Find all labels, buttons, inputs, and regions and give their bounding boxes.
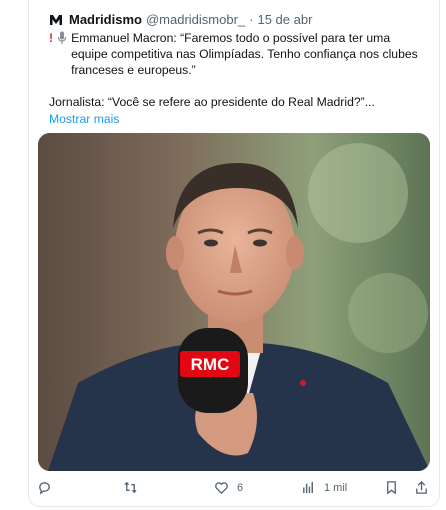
author-name[interactable]: Madridismo	[69, 12, 142, 27]
show-more-link[interactable]: Mostrar mais	[49, 111, 419, 127]
tweet-date[interactable]: 15 de abr	[257, 12, 312, 27]
views-chart-icon	[303, 481, 313, 494]
reply-icon	[39, 482, 50, 495]
microphone-icon	[57, 31, 67, 49]
author-handle[interactable]: @madridismobr_	[146, 12, 245, 27]
macron-photo-illustration: RMC	[38, 133, 430, 471]
rmc-label: RMC	[191, 355, 230, 374]
tweet-actions: 6 1 mil	[29, 478, 439, 500]
tweet-media-image[interactable]: RMC	[38, 133, 430, 471]
header-separator: ·	[249, 12, 254, 27]
like-count: 6	[237, 481, 244, 494]
share-icon	[416, 480, 427, 494]
bookmark-button[interactable]	[384, 480, 399, 495]
tweet-paragraph-2: Jornalista: “Você se refere ao president…	[49, 95, 375, 109]
views-count: 1 mil	[324, 481, 348, 494]
madridismo-logo-icon[interactable]	[49, 13, 63, 27]
views-button[interactable]: 1 mil	[301, 480, 347, 495]
like-button[interactable]: 6	[214, 480, 243, 495]
tweet-text: ! Emmanuel Macron: “Faremos todo o possí…	[49, 30, 419, 127]
tweet-paragraph-1: Emmanuel Macron: “Faremos todo o possíve…	[71, 31, 418, 77]
reply-button[interactable]	[37, 480, 60, 495]
bookmark-icon	[387, 481, 396, 495]
retweet-button[interactable]	[123, 480, 146, 495]
share-button[interactable]	[414, 480, 429, 495]
exclamation-mark: !	[49, 31, 54, 45]
tweet-header: Madridismo @madridismobr_ · 15 de abr	[49, 12, 312, 27]
tweet-card[interactable]: Madridismo @madridismobr_ · 15 de abr ! …	[28, 0, 440, 507]
heart-icon	[215, 482, 228, 495]
retweet-icon	[124, 481, 137, 494]
